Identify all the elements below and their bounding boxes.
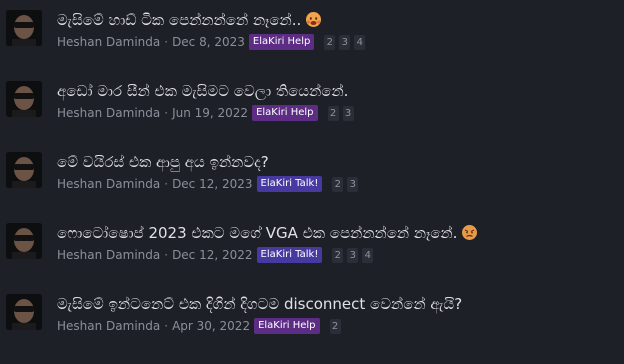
avatar[interactable] bbox=[6, 10, 42, 46]
page-links: 2 3 bbox=[327, 105, 358, 121]
avatar[interactable] bbox=[6, 223, 42, 259]
meta-separator: · bbox=[164, 319, 169, 333]
thread-title-text[interactable]: මැසිමේ හාඩ් ටික පෙන්නන්නේ නෑනේ.. bbox=[57, 11, 301, 29]
page-links: 2 3 bbox=[332, 176, 362, 192]
thread-title[interactable]: මැසිමේ හාඩ් ටික පෙන්නන්නේ නෑනේ.. bbox=[57, 10, 616, 30]
hot-face-emoji bbox=[305, 11, 322, 28]
page-link[interactable]: 3 bbox=[339, 34, 351, 50]
thread-date[interactable]: Dec 12, 2022 bbox=[172, 246, 252, 264]
page-link[interactable]: 2 bbox=[327, 105, 339, 121]
page-link[interactable]: 2 bbox=[329, 318, 341, 334]
thread-meta: Heshan Daminda · Jun 19, 2022 ElaKiri He… bbox=[57, 104, 358, 122]
thread-title[interactable]: මැසිමේ ඉන්ටනෙට් එක දිගින් දිගටම disconne… bbox=[57, 294, 616, 314]
thread-item[interactable]: අඩෝ මාර සීන් එක මැසිමට වෙලා තියෙන්නේ. He… bbox=[0, 71, 624, 142]
author-link[interactable]: Heshan Daminda bbox=[57, 33, 160, 51]
page-link[interactable]: 2 bbox=[332, 247, 344, 263]
thread-item[interactable]: ෆොටෝෂොප් 2023 එකට මගේ VGA එක පෙන්නන්නේ න… bbox=[0, 213, 624, 284]
meta-separator: · bbox=[164, 35, 169, 49]
page-link[interactable]: 2 bbox=[332, 176, 344, 192]
author-link[interactable]: Heshan Daminda bbox=[57, 246, 160, 264]
thread-date[interactable]: Dec 12, 2023 bbox=[172, 175, 252, 193]
page-link[interactable]: 4 bbox=[362, 247, 374, 263]
author-link[interactable]: Heshan Daminda bbox=[57, 175, 160, 193]
page-links: 2 bbox=[329, 318, 345, 334]
angry-face-emoji bbox=[461, 224, 478, 241]
thread-title-text[interactable]: මේ වයිරස් එක ආපු අය ඉන්නවද? bbox=[57, 153, 269, 171]
avatar[interactable] bbox=[6, 294, 42, 330]
thread-date[interactable]: Dec 8, 2023 bbox=[172, 33, 245, 51]
forum-tag[interactable]: ElaKiri Help bbox=[248, 34, 315, 50]
forum-tag[interactable]: ElaKiri Talk! bbox=[256, 176, 323, 192]
thread-meta: Heshan Daminda · Dec 12, 2023 ElaKiri Ta… bbox=[57, 175, 362, 193]
page-link[interactable]: 3 bbox=[342, 105, 354, 121]
page-link[interactable]: 3 bbox=[347, 176, 359, 192]
meta-separator: · bbox=[164, 106, 169, 120]
thread-title[interactable]: අඩෝ මාර සීන් එක මැසිමට වෙලා තියෙන්නේ. bbox=[57, 81, 616, 101]
thread-title-text[interactable]: මැසිමේ ඉන්ටනෙට් එක දිගින් දිගටම disconne… bbox=[57, 295, 462, 313]
thread-item[interactable]: මැසිමේ හාඩ් ටික පෙන්නන්නේ නෑනේ.. Heshan … bbox=[0, 0, 624, 71]
author-link[interactable]: Heshan Daminda bbox=[57, 104, 160, 122]
forum-tag[interactable]: ElaKiri Help bbox=[254, 318, 320, 334]
page-links: 2 3 4 bbox=[332, 247, 377, 263]
thread-meta: Heshan Daminda · Apr 30, 2022 ElaKiri He… bbox=[57, 317, 345, 335]
thread-date[interactable]: Apr 30, 2022 bbox=[172, 317, 250, 335]
avatar[interactable] bbox=[6, 152, 42, 188]
thread-title-text[interactable]: අඩෝ මාර සීන් එක මැසිමට වෙලා තියෙන්නේ. bbox=[57, 82, 348, 100]
forum-tag[interactable]: ElaKiri Talk! bbox=[256, 247, 323, 263]
thread-meta: Heshan Daminda · Dec 12, 2022 ElaKiri Ta… bbox=[57, 246, 377, 264]
meta-separator: · bbox=[164, 248, 169, 262]
thread-meta: Heshan Daminda · Dec 8, 2023 ElaKiri Hel… bbox=[57, 33, 369, 51]
thread-title-text[interactable]: ෆොටෝෂොප් 2023 එකට මගේ VGA එක පෙන්නන්නේ න… bbox=[57, 224, 457, 242]
thread-title[interactable]: ෆොටෝෂොප් 2023 එකට මගේ VGA එක පෙන්නන්නේ න… bbox=[57, 223, 616, 243]
page-link[interactable]: 4 bbox=[354, 34, 366, 50]
thread-item[interactable]: මැසිමේ ඉන්ටනෙට් එක දිගින් දිගටම disconne… bbox=[0, 284, 624, 355]
author-link[interactable]: Heshan Daminda bbox=[57, 317, 160, 335]
page-link[interactable]: 3 bbox=[347, 247, 359, 263]
meta-separator: · bbox=[164, 177, 169, 191]
page-link[interactable]: 2 bbox=[324, 34, 336, 50]
thread-item[interactable]: මේ වයිරස් එක ආපු අය ඉන්නවද? Heshan Damin… bbox=[0, 142, 624, 213]
avatar[interactable] bbox=[6, 81, 42, 117]
thread-date[interactable]: Jun 19, 2022 bbox=[172, 104, 248, 122]
forum-tag[interactable]: ElaKiri Help bbox=[252, 105, 318, 121]
page-links: 2 3 4 bbox=[324, 34, 369, 50]
thread-title[interactable]: මේ වයිරස් එක ආපු අය ඉන්නවද? bbox=[57, 152, 616, 172]
